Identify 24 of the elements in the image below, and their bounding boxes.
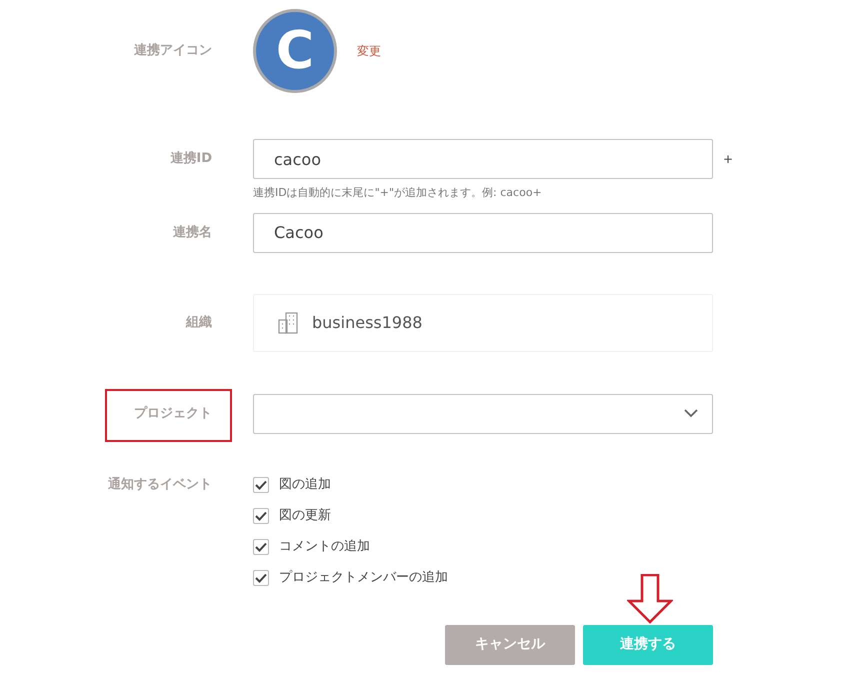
name-input[interactable]: Cacoo: [253, 212, 713, 252]
checkbox-label: 図の更新: [279, 507, 331, 526]
id-input[interactable]: cacoo: [253, 139, 713, 179]
chevron-down-icon: [684, 409, 698, 418]
field-label: 通知するイベント: [107, 476, 212, 494]
field-label: プロジェクト: [133, 404, 212, 423]
organization-name: business1988: [312, 312, 422, 334]
suffix-text: +: [723, 151, 734, 168]
app-icon: C: [253, 9, 337, 93]
checkbox[interactable]: [253, 508, 269, 524]
field-label: 連携ID: [169, 150, 212, 168]
checkbox[interactable]: [253, 477, 269, 493]
change-link[interactable]: 変更: [357, 42, 381, 60]
hint-text: 連携IDは自動的に末尾に"+"が追加されます。例: cacoo+: [253, 185, 543, 201]
field-label: 連携名: [172, 224, 212, 242]
checkbox-label: 図の追加: [279, 476, 331, 494]
field-label: 連携アイコン: [133, 42, 212, 60]
checkbox[interactable]: [253, 539, 269, 555]
checkbox-label: コメントの追加: [279, 538, 370, 556]
checkbox[interactable]: [253, 570, 269, 586]
checkbox-label: プロジェクトメンバーの追加: [279, 569, 448, 588]
building-icon: [278, 312, 298, 334]
cancel-button[interactable]: キャンセル: [445, 624, 575, 664]
field-label: 組織: [184, 314, 212, 332]
